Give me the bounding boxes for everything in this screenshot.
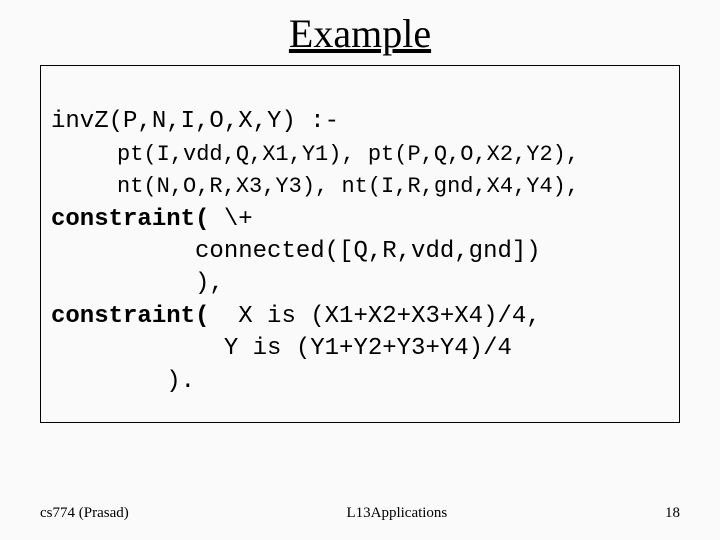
code-line-7-keyword: constraint( bbox=[51, 303, 209, 330]
code-line-5: connected([Q,R,vdd,gnd]) bbox=[51, 238, 541, 265]
code-line-4-rest: \+ bbox=[209, 206, 252, 233]
code-line-3: nt(N,O,R,X3,Y3), nt(I,R,gnd,X4,Y4), bbox=[51, 174, 579, 199]
code-line-6: ), bbox=[51, 270, 224, 297]
footer-center: L13Applications bbox=[346, 505, 447, 522]
code-line-8: Y is (Y1+Y2+Y3+Y4)/4 bbox=[51, 335, 512, 362]
code-line-9: ). bbox=[51, 368, 195, 395]
slide-title: Example bbox=[40, 10, 680, 57]
footer-left: cs774 (Prasad) bbox=[40, 505, 129, 522]
footer: cs774 (Prasad) L13Applications 18 bbox=[40, 505, 680, 522]
code-box: invZ(P,N,I,O,X,Y) :- pt(I,vdd,Q,X1,Y1), … bbox=[40, 65, 680, 423]
code-line-1: invZ(P,N,I,O,X,Y) :- bbox=[51, 108, 339, 135]
code-line-4-keyword: constraint( bbox=[51, 206, 209, 233]
code-line-7-rest: X is (X1+X2+X3+X4)/4, bbox=[209, 303, 540, 330]
footer-right: 18 bbox=[665, 505, 680, 522]
code-line-2: pt(I,vdd,Q,X1,Y1), pt(P,Q,O,X2,Y2), bbox=[51, 142, 579, 167]
slide: Example invZ(P,N,I,O,X,Y) :- pt(I,vdd,Q,… bbox=[0, 0, 720, 540]
